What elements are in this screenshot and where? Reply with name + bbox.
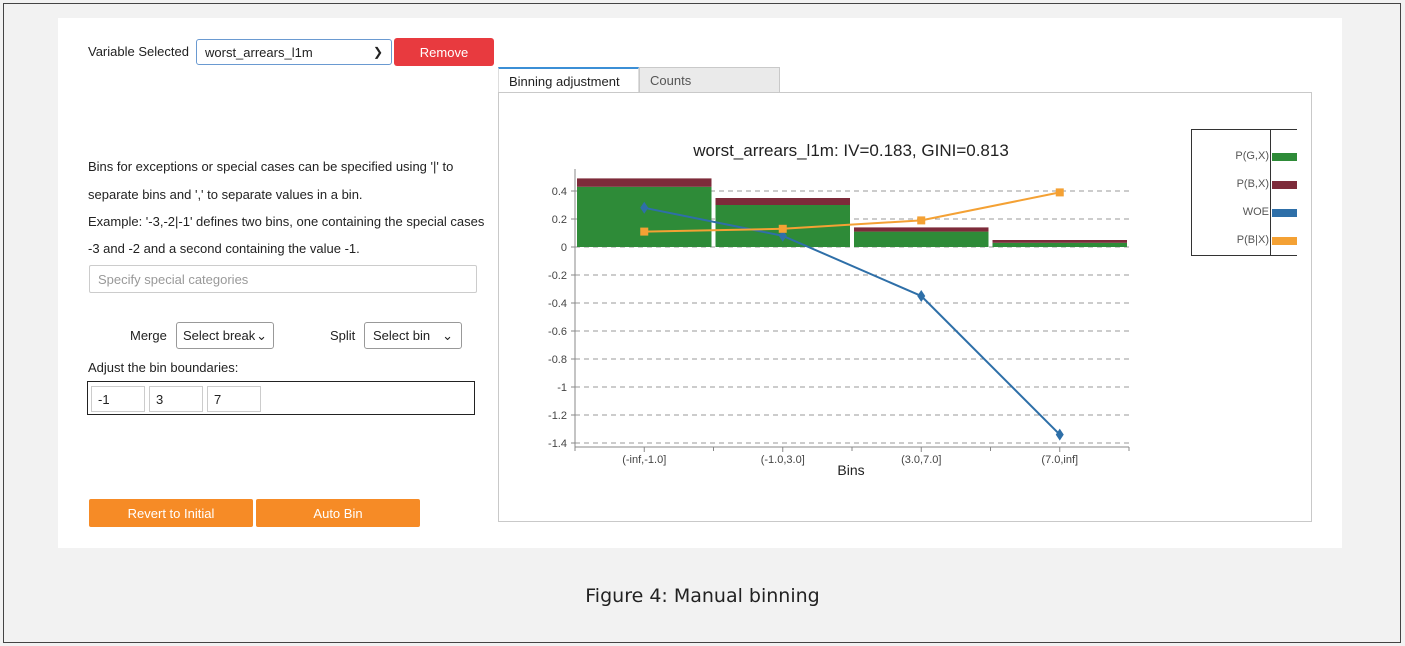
bar-pbx <box>992 240 1127 243</box>
legend-swatch-pgx <box>1272 153 1297 161</box>
pbgivenx-point <box>640 227 649 236</box>
bar-pbx <box>715 198 850 205</box>
pbgivenx-point <box>917 216 926 225</box>
legend-divider <box>1270 130 1271 255</box>
chart-legend: P(G,X) P(B,X) WOE P(B|X) <box>1191 129 1297 256</box>
variable-selected-value: worst_arrears_l1m <box>205 44 313 60</box>
x-axis-label: Bins <box>837 462 864 478</box>
split-label: Split <box>330 328 356 343</box>
legend-swatch-pbx <box>1272 181 1297 189</box>
adjust-boundaries-label: Adjust the bin boundaries: <box>88 360 239 375</box>
chart-title: worst_arrears_l1m: IV=0.183, GINI=0.813 <box>692 141 1009 160</box>
y-tick-label: 0 <box>561 242 567 254</box>
help-text-line: Example: '-3,-2|-1' defines two bins, on… <box>88 214 485 229</box>
help-text-line: separate bins and ',' to separate values… <box>88 187 363 202</box>
y-tick-label: -1.4 <box>548 438 567 450</box>
chevron-down-icon: ❯ <box>372 45 383 59</box>
remove-button[interactable]: Remove <box>394 38 494 66</box>
y-tick-label: -0.6 <box>548 326 567 338</box>
binning-chart: worst_arrears_l1m: IV=0.183, GINI=0.813 … <box>548 141 1130 478</box>
pbgivenx-point <box>1055 188 1064 197</box>
y-tick-label: -1.2 <box>548 410 567 422</box>
y-tick-label: 0.4 <box>552 186 567 198</box>
help-text-line: -3 and -2 and a second containing the va… <box>88 241 360 256</box>
tab-counts[interactable]: Counts <box>639 67 780 92</box>
y-tick-label: -0.2 <box>548 270 567 282</box>
y-tick-label: -0.8 <box>548 354 567 366</box>
bar-pbx <box>577 178 712 187</box>
merge-select[interactable]: Select break ⌄ <box>176 322 274 349</box>
y-tick-label: 0.2 <box>552 214 567 226</box>
legend-label: WOE <box>1242 206 1269 218</box>
split-selected-value: Select bin <box>373 328 431 343</box>
special-categories-input[interactable]: Specify special categories <box>89 265 477 293</box>
merge-selected-value: Select break <box>183 328 255 343</box>
legend-swatch-pbgivenx <box>1272 237 1297 245</box>
legend-swatch-woe <box>1272 209 1297 217</box>
variable-select[interactable]: worst_arrears_l1m ❯ <box>196 39 392 65</box>
split-select[interactable]: Select bin ⌄ <box>364 322 462 349</box>
merge-label: Merge <box>130 328 167 343</box>
legend-label: P(B,X) <box>1236 178 1269 190</box>
variable-label: Variable Selected <box>88 44 189 59</box>
auto-bin-button[interactable]: Auto Bin <box>256 499 420 527</box>
y-tick-label: -0.4 <box>548 298 567 310</box>
binning-widget: Variable Selected worst_arrears_l1m ❯ Re… <box>58 18 1342 548</box>
x-tick-label: (7.0,inf] <box>1041 454 1078 466</box>
legend-label: P(G,X) <box>1235 150 1269 162</box>
chevron-down-icon: ⌄ <box>256 327 267 343</box>
x-tick-label: (-inf,-1.0] <box>622 454 666 466</box>
legend-label: P(B|X) <box>1236 234 1269 246</box>
bar-pgx <box>992 242 1127 247</box>
y-tick-label: -1 <box>557 382 567 394</box>
help-text-line: Bins for exceptions or special cases can… <box>88 159 454 174</box>
x-tick-label: (3.0,7.0] <box>901 454 941 466</box>
chevron-down-icon: ⌄ <box>442 327 453 343</box>
bar-pbx <box>854 227 989 232</box>
bin-boundaries-box: -1 3 7 <box>87 381 475 415</box>
bin-boundary-input[interactable]: 7 <box>207 386 261 412</box>
tab-binning-adjustment[interactable]: Binning adjustment <box>498 67 639 92</box>
bin-boundary-input[interactable]: -1 <box>91 386 145 412</box>
chart-panel: worst_arrears_l1m: IV=0.183, GINI=0.813 … <box>498 92 1312 522</box>
revert-button[interactable]: Revert to Initial <box>89 499 253 527</box>
figure-caption: Figure 4: Manual binning <box>585 585 820 607</box>
x-tick-label: (-1.0,3.0] <box>761 454 805 466</box>
pbgivenx-point <box>778 224 787 233</box>
bin-boundary-input[interactable]: 3 <box>149 386 203 412</box>
bar-pgx <box>854 231 989 247</box>
